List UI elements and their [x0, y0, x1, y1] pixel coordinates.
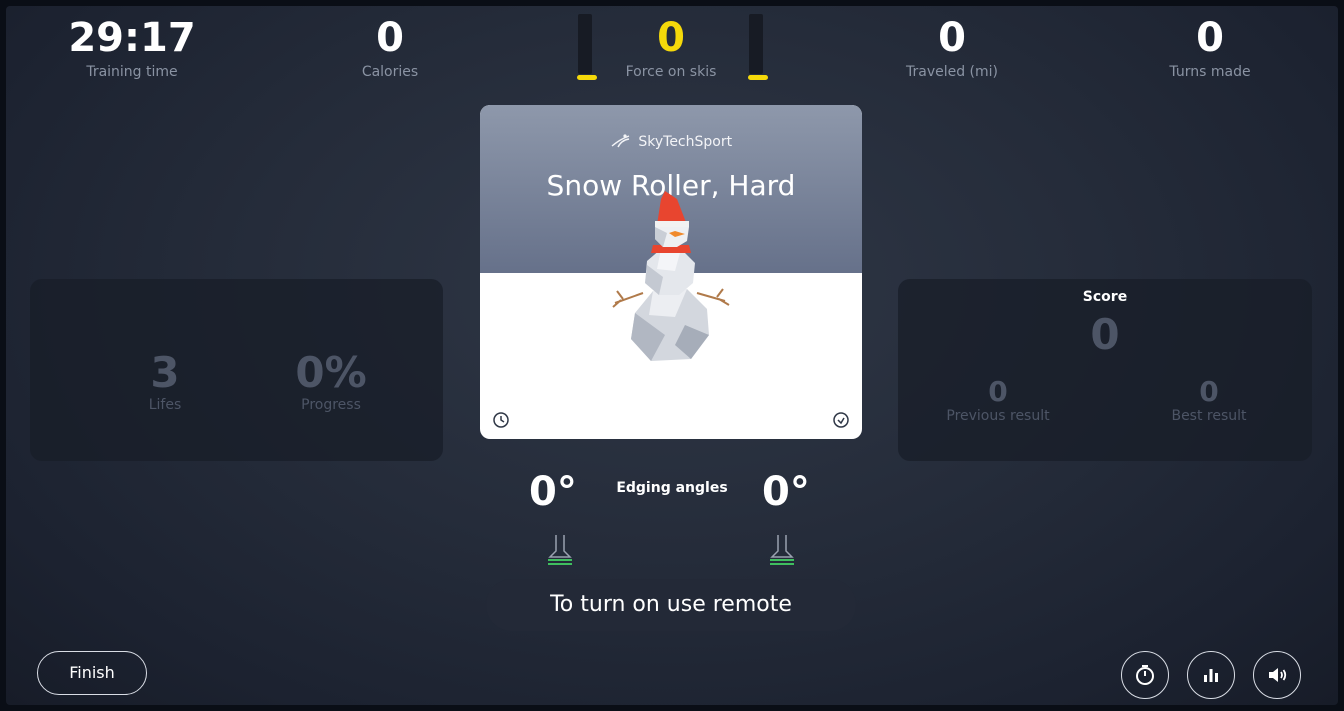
lifes-block: 3 Lifes	[90, 348, 240, 414]
right-force-level	[748, 75, 768, 80]
progress-value: 0%	[295, 348, 367, 397]
remote-hint: To turn on use remote	[486, 579, 856, 631]
previous-result-label: Previous result	[946, 408, 1050, 424]
lifes-label: Lifes	[148, 397, 182, 413]
left-ski-boot-icon	[548, 535, 572, 565]
calories-stat: 0 Calories	[290, 14, 490, 80]
turns-stat: 0 Turns made	[1110, 14, 1310, 80]
left-edging-angle: 0°	[529, 469, 577, 515]
calories-label: Calories	[361, 64, 419, 80]
right-edging-angle: 0°	[762, 469, 810, 515]
right-force-bar	[748, 14, 768, 80]
best-result-label: Best result	[1171, 408, 1247, 424]
progress-label: Progress	[301, 397, 361, 413]
lifes-progress-panel: 3 Lifes 0% Progress	[30, 279, 443, 461]
score-value: 0	[1090, 310, 1120, 359]
right-ski-boot-icon	[770, 535, 794, 565]
traveled-label: Traveled (mi)	[905, 64, 999, 80]
snowman-icon	[612, 191, 730, 361]
training-time-label: Training time	[86, 64, 178, 80]
score-panel: Score 0 0 Previous result 0 Best result	[898, 279, 1312, 461]
bar-chart-icon	[1204, 669, 1218, 682]
force-value: 0	[657, 15, 685, 61]
turns-label: Turns made	[1169, 64, 1251, 80]
score-title: Score	[1082, 289, 1128, 305]
previous-result-block: 0 Previous result	[923, 375, 1073, 424]
calories-value: 0	[376, 15, 404, 61]
traveled-stat: 0 Traveled (mi)	[852, 14, 1052, 80]
training-time-stat: 29:17 Training time	[32, 14, 232, 80]
turns-value: 0	[1196, 15, 1224, 61]
lifes-value: 3	[150, 348, 180, 397]
training-time-value: 29:17	[68, 15, 196, 61]
brand-name: SkyTechSport	[638, 134, 733, 150]
skier-logo-icon	[611, 134, 630, 148]
sound-button[interactable]	[1253, 651, 1301, 699]
best-result-block: 0 Best result	[1134, 375, 1284, 424]
edging-angles-label: Edging angles	[616, 480, 728, 496]
best-result-value: 0	[1199, 375, 1219, 408]
brand-logo: SkyTechSport	[480, 133, 862, 150]
force-stat: 0 Force on skis	[571, 14, 771, 80]
rotate-right-icon[interactable]	[832, 411, 850, 429]
previous-result-value: 0	[988, 375, 1008, 408]
traveled-value: 0	[938, 15, 966, 61]
stopwatch-icon	[1136, 665, 1154, 685]
progress-block: 0% Progress	[256, 348, 406, 414]
game-screen: 29:17 Training time 0 Calories 0 Force o…	[6, 6, 1338, 705]
speaker-icon	[1269, 668, 1287, 682]
statistics-button[interactable]	[1187, 651, 1235, 699]
game-preview-card: SkyTechSport Snow Roller, Hard	[480, 105, 862, 439]
finish-button[interactable]: Finish	[37, 651, 147, 695]
timer-button[interactable]	[1121, 651, 1169, 699]
rotate-left-icon[interactable]	[492, 411, 510, 429]
force-label: Force on skis	[625, 64, 717, 80]
